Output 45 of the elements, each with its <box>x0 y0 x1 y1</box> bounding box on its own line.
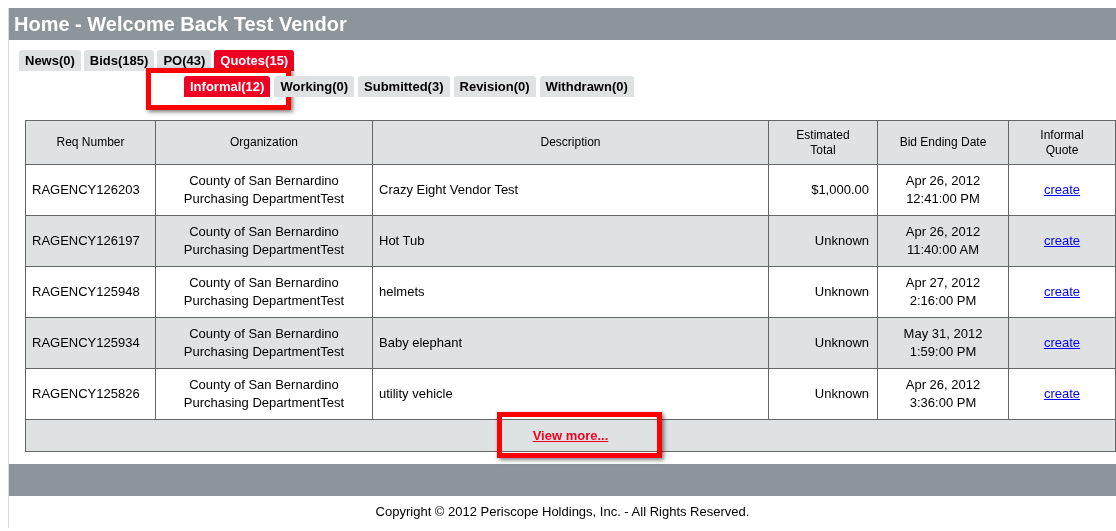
subtab[interactable]: Informal(12) <box>184 76 271 98</box>
table-cell: Unknown <box>768 317 878 369</box>
column-header: Req Number <box>25 120 156 165</box>
table-cell: $1,000.00 <box>768 164 878 216</box>
create-link[interactable]: create <box>1043 335 1081 351</box>
copyright-text: Copyright © 2012 Periscope Holdings, Inc. - All Rights Reserved. <box>375 504 750 519</box>
tab[interactable]: Bids(185) <box>83 50 155 71</box>
column-header: Bid Ending Date <box>877 120 1009 165</box>
table-cell: Unknown <box>768 215 878 267</box>
create-link[interactable]: create <box>1043 386 1081 402</box>
table-cell: County of San Bernardino Purchasing DepartmentTest <box>155 266 373 318</box>
create-link[interactable]: create <box>1043 182 1081 198</box>
subtab[interactable]: Withdrawn(0) <box>539 76 634 98</box>
table-cell: May 31, 2012 1:59:00 PM <box>877 317 1009 369</box>
subtab[interactable]: Revision(0) <box>453 76 536 98</box>
table-cell: Unknown <box>768 266 878 318</box>
tab[interactable]: News(0) <box>19 50 81 71</box>
column-header: Estimated Total <box>768 120 878 165</box>
table-cell: Crazy Eight Vendor Test <box>372 164 769 216</box>
table-cell: Unknown <box>768 368 878 420</box>
table-cell: Apr 26, 2012 11:40:00 AM <box>877 215 1009 267</box>
create-link[interactable]: create <box>1043 284 1081 300</box>
table-cell: Hot Tub <box>372 215 769 267</box>
table-cell: Apr 27, 2012 2:16:00 PM <box>877 266 1009 318</box>
table-cell: utility vehicle <box>372 368 769 420</box>
create-link[interactable]: create <box>1043 233 1081 249</box>
table-cell: County of San Bernardino Purchasing DepartmentTest <box>155 215 373 267</box>
column-header: Informal Quote <box>1008 120 1116 165</box>
subtab[interactable]: Working(0) <box>274 76 355 98</box>
table-cell: Baby elephant <box>372 317 769 369</box>
table-cell: County of San Bernardino Purchasing DepartmentTest <box>155 317 373 369</box>
table-cell: RAGENCY126197 <box>25 215 156 267</box>
column-header: Description <box>372 120 769 165</box>
page-title: Home - Welcome Back Test Vendor <box>14 12 347 37</box>
table-cell: RAGENCY125934 <box>25 317 156 369</box>
table-cell: Apr 26, 2012 12:41:00 PM <box>877 164 1009 216</box>
table-cell: RAGENCY126203 <box>25 164 156 216</box>
column-header: Organization <box>155 120 373 165</box>
table-cell: County of San Bernardino Purchasing DepartmentTest <box>155 164 373 216</box>
table-cell: helmets <box>372 266 769 318</box>
table-cell: RAGENCY125948 <box>25 266 156 318</box>
table-cell: RAGENCY125826 <box>25 368 156 420</box>
table-cell: Apr 26, 2012 3:36:00 PM <box>877 368 1009 420</box>
table-cell: County of San Bernardino Purchasing DepartmentTest <box>155 368 373 420</box>
subtab[interactable]: Submitted(3) <box>358 76 450 98</box>
